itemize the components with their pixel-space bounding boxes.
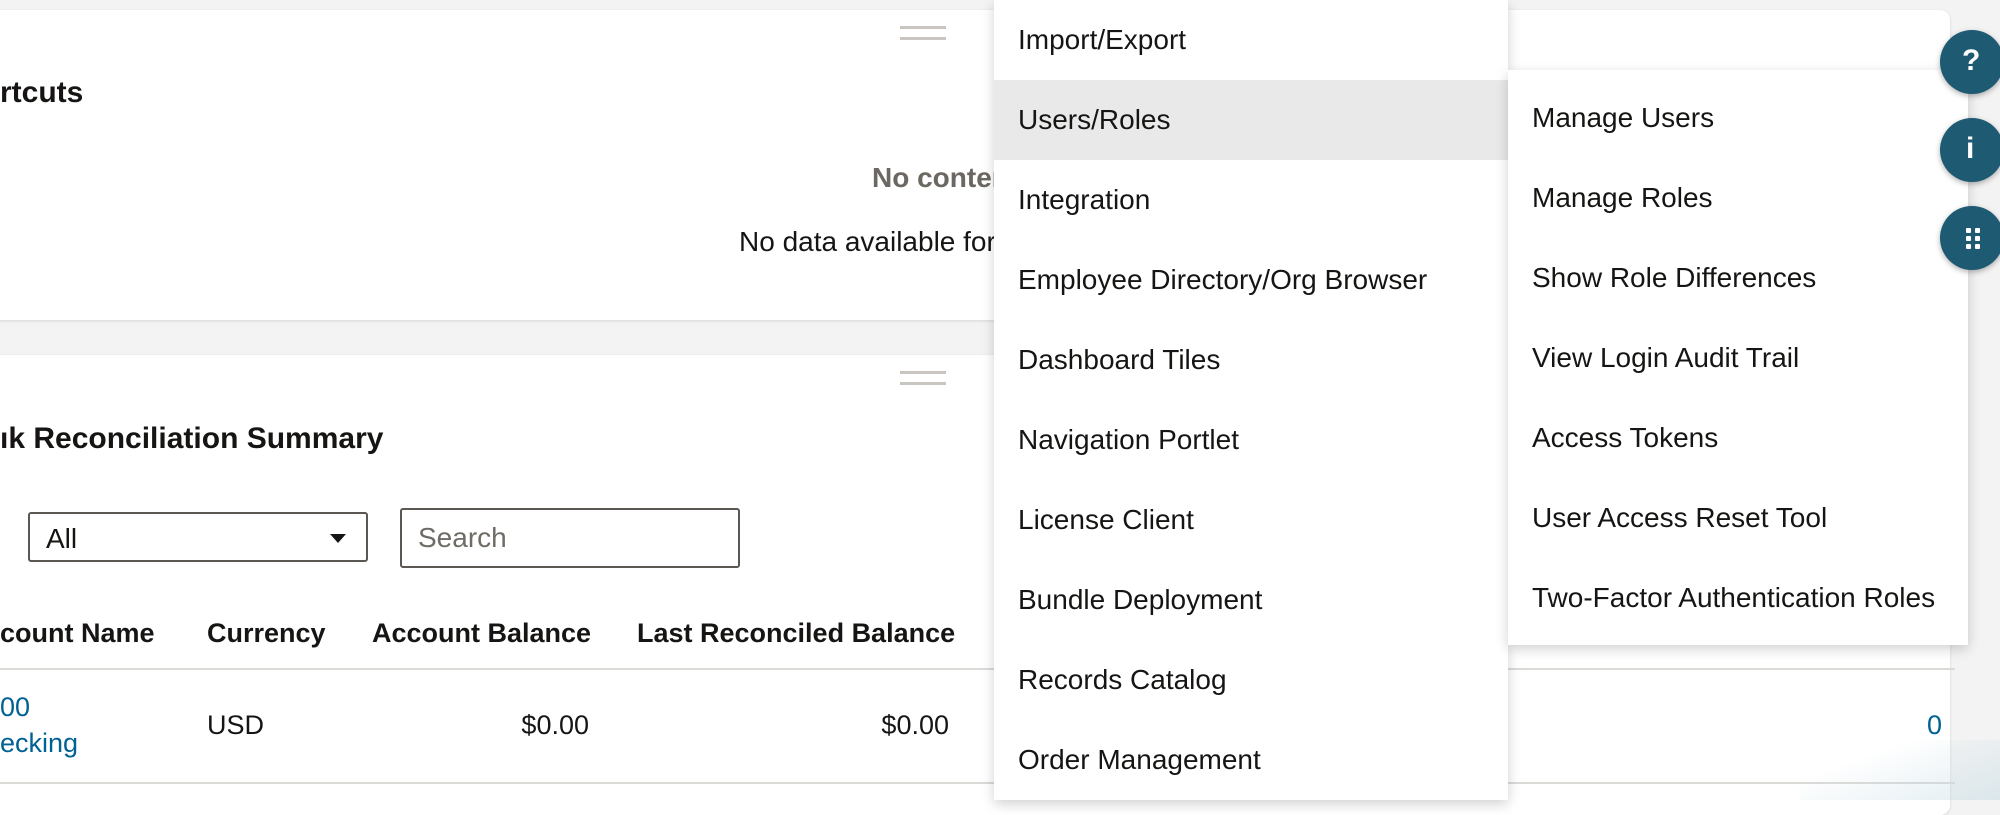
info-button[interactable]: i [1940, 118, 2000, 182]
grid-icon [1966, 228, 1980, 249]
table-divider [0, 782, 1955, 784]
account-name-link[interactable]: 00 [0, 692, 30, 723]
help-icon: ? [1962, 44, 1981, 77]
empty-state-message: No data available for t [739, 226, 1012, 257]
submenu-item-show-role-differences[interactable]: Show Role Differences [1508, 238, 1968, 318]
last-reconciled-balance-cell: $0.00 [881, 710, 949, 740]
menu-item-users-roles[interactable]: Users/Roles [994, 80, 1508, 160]
setup-menu: Import/Export Users/Roles Integration Em… [994, 0, 1508, 800]
currency-cell: USD [207, 710, 265, 740]
menu-item-records-catalog[interactable]: Records Catalog [994, 640, 1508, 720]
submenu-item-manage-roles[interactable]: Manage Roles [1508, 158, 1968, 238]
menu-item-bundle-deployment[interactable]: Bundle Deployment [994, 560, 1508, 640]
menu-item-import-export[interactable]: Import/Export [994, 0, 1508, 80]
help-button[interactable]: ? [1940, 30, 2000, 94]
submenu-item-user-access-reset-tool[interactable]: User Access Reset Tool [1508, 478, 1968, 558]
count-link[interactable]: 0 [1900, 710, 1942, 741]
menu-item-employee-directory[interactable]: Employee Directory/Org Browser [994, 240, 1508, 320]
info-icon: i [1966, 132, 1975, 165]
drag-handle[interactable] [900, 26, 946, 40]
filter-select[interactable]: All [28, 512, 368, 562]
submenu-item-two-factor-authentication-roles[interactable]: Two-Factor Authentication Roles [1508, 558, 1968, 638]
users-roles-submenu: Manage Users Manage Roles Show Role Diff… [1508, 70, 1968, 645]
drag-handle[interactable] [900, 371, 946, 385]
search-input[interactable] [400, 508, 740, 568]
reconciliation-title: ık Reconciliation Summary [0, 422, 384, 455]
submenu-item-manage-users[interactable]: Manage Users [1508, 78, 1968, 158]
submenu-item-access-tokens[interactable]: Access Tokens [1508, 398, 1968, 478]
caret-down-icon [330, 534, 346, 543]
column-header-currency[interactable]: Currency [207, 618, 326, 649]
submenu-item-view-login-audit-trail[interactable]: View Login Audit Trail [1508, 318, 1968, 398]
menu-item-license-client[interactable]: License Client [994, 480, 1508, 560]
menu-item-order-management[interactable]: Order Management [994, 720, 1508, 800]
menu-item-integration[interactable]: Integration [994, 160, 1508, 240]
shortcuts-title: rtcuts [0, 76, 84, 109]
column-header-last-reconciled-balance[interactable]: Last Reconciled Balance [637, 618, 955, 649]
column-header-account-balance[interactable]: Account Balance [372, 618, 591, 649]
menu-item-dashboard-tiles[interactable]: Dashboard Tiles [994, 320, 1508, 400]
table-divider [0, 668, 1955, 670]
account-name-link-line2[interactable]: ecking [0, 728, 78, 759]
account-balance-cell: $0.00 [521, 710, 589, 740]
menu-item-navigation-portlet[interactable]: Navigation Portlet [994, 400, 1508, 480]
column-header-account-name[interactable]: count Name [0, 618, 155, 649]
grid-button[interactable] [1940, 206, 2000, 270]
background-decoration [1800, 740, 2000, 800]
filter-select-value: All [46, 523, 78, 554]
